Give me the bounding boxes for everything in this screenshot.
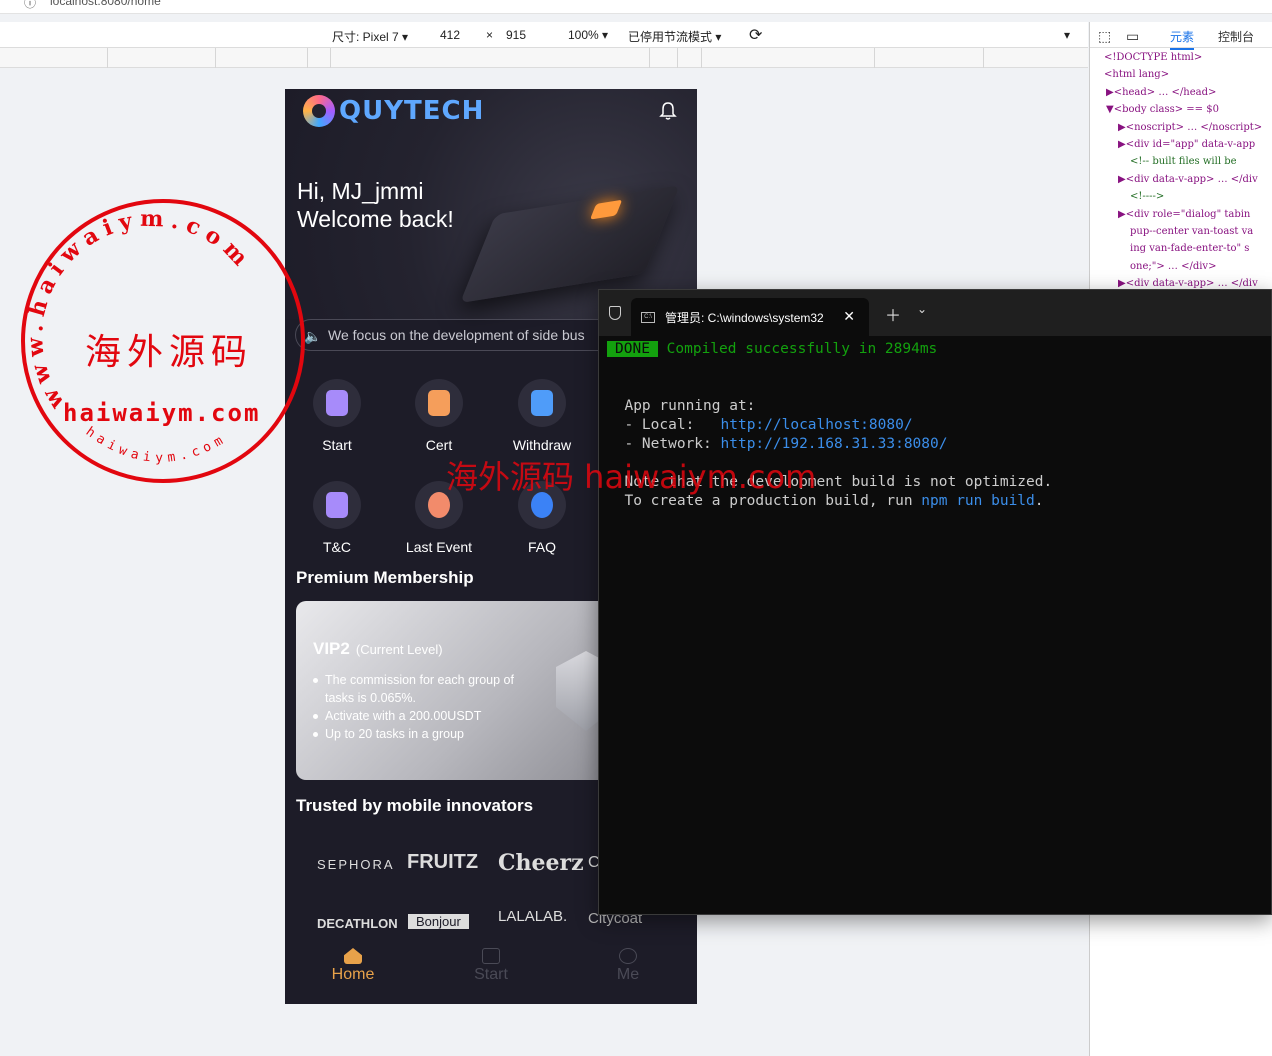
premium-membership-title: Premium Membership [296,568,474,587]
device-width-input[interactable]: 412 [440,28,460,42]
dom-line[interactable]: ing van-fade-enter-to" s [1090,243,1272,260]
new-tab-icon[interactable]: ＋ [885,302,901,326]
brand-logo: Cheerz [498,850,584,876]
logo-icon [303,95,335,127]
terminal-tab[interactable]: C:\ 管理员: C:\windows\system32 ✕ [631,298,869,336]
dom-line[interactable]: ▶<div data-v-app> … </div [1090,174,1272,191]
app-running-line: App running at: [624,398,756,414]
close-tab-icon[interactable]: ✕ [843,308,855,325]
brand-logo: Bonjour [408,914,469,929]
app-header: QUYTECH Hi, MJ_jmmi Welcome back! [285,89,697,319]
user-icon [619,948,637,964]
site-info-icon[interactable]: ⓘ [24,0,36,11]
vip-benefit: Up to 20 tasks in a group [313,725,533,743]
vip-benefits: The commission for each group of tasks i… [313,671,533,743]
terminal-tab-title: 管理员: C:\windows\system32 [665,310,824,325]
bell-icon[interactable] [659,101,677,121]
menu-item-withdraw[interactable]: Withdraw [500,379,584,453]
tab-me[interactable]: Me [578,948,678,984]
brand-logo: SEPHORA [317,857,395,872]
greeting: Hi, MJ_jmmi Welcome back! [297,177,454,233]
brand-logo: DECATHLON [317,916,398,931]
dom-line[interactable]: ▶<noscript> … </noscript> [1090,122,1272,139]
chevron-down-icon[interactable]: ⌄ [917,302,927,316]
svg-text:haiwaiym.com: haiwaiym.com [83,424,230,466]
tab-elements[interactable]: 元素 [1170,28,1195,50]
dom-line[interactable]: ▶<div role="dialog" tabin [1090,209,1272,226]
clipboard-icon [482,948,500,964]
url-text[interactable]: localhost:8080/home [50,0,161,8]
dom-line[interactable]: ▶<head> … </head> [1090,87,1272,104]
shield-icon [609,306,621,320]
local-url[interactable]: http://localhost:8080/ [721,417,913,433]
dom-tree[interactable]: <!DOCTYPE html> <html lang> ▶<head> … </… [1090,48,1272,295]
dom-line[interactable]: <!----> [1090,191,1272,208]
start-icon [326,390,348,416]
done-badge: DONE [607,341,658,357]
tab-start[interactable]: Start [441,948,541,984]
app-logo: QUYTECH [303,95,484,127]
dom-line[interactable]: <!-- built files will be [1090,156,1272,173]
stamp-bottom-text: haiwaiym.com [83,424,230,466]
trusted-title: Trusted by mobile innovators [296,796,534,815]
menu-item-start[interactable]: Start [295,379,379,453]
menu-item-terms[interactable]: T&C [295,481,379,555]
device-toolbar: 尺寸: Pixel 7 ▾ 412 × 915 100% ▾ 已停用节流模式 ▾… [0,22,1088,48]
hero-device-illustration [459,184,681,304]
cmd-icon: C:\ [641,311,655,323]
compiled-message: Compiled successfully in 2894ms [666,341,938,357]
device-size-select[interactable]: 尺寸: Pixel 7 ▾ [332,28,408,45]
browser-url-bar[interactable]: ⓘ localhost:8080/home [0,0,1272,14]
cert-icon [428,390,450,416]
terminal-window[interactable]: C:\ 管理员: C:\windows\system32 ✕ ＋ ⌄ DONE … [598,289,1272,915]
home-icon [344,948,362,964]
withdraw-icon [531,390,553,416]
inspect-element-icon[interactable]: ⬚ [1098,28,1111,45]
menu-item-cert[interactable]: Cert [397,379,481,453]
dom-line[interactable]: one;"> … </div> [1090,261,1272,278]
dom-line[interactable]: ▼<body class> == $0 [1090,104,1272,121]
notice-text: We focus on the development of side bus [328,327,585,343]
greeting-welcome: Welcome back! [297,206,454,232]
vip-current-label: (Current Level) [355,642,443,657]
vip-level: VIP2 (Current Level) [313,639,443,658]
throttle-select[interactable]: 已停用节流模式 ▾ [628,28,721,45]
speaker-icon: 🔈 [304,328,322,344]
terminal-titlebar: C:\ 管理员: C:\windows\system32 ✕ ＋ ⌄ [599,290,1271,336]
brand-logo: LALALAB. [498,908,568,925]
vip-card[interactable]: VIP2 (Current Level) The commission for e… [296,601,616,780]
device-toggle-icon[interactable]: ▭ [1126,28,1139,45]
brand-logo: FRUITZ [407,851,479,873]
vip-benefit: Activate with a 200.00USDT [313,707,533,725]
zoom-select[interactable]: 100% ▾ [568,28,608,42]
dimension-separator: × [486,28,494,42]
vip-benefit: The commission for each group of tasks i… [313,671,533,707]
rotate-icon[interactable]: ⟳ [749,25,762,45]
build-command: npm run build [921,493,1035,509]
device-height-input[interactable]: 915 [506,28,526,42]
dom-line[interactable]: ▶<div id="app" data-v-app [1090,139,1272,156]
dom-line[interactable]: <!DOCTYPE html> [1090,52,1272,69]
dom-line[interactable]: pup--center van-toast va [1090,226,1272,243]
tab-console[interactable]: 控制台 [1218,28,1254,45]
network-url[interactable]: http://192.168.31.33:8080/ [721,436,948,452]
bottom-tab-bar: Home Start Me [285,934,697,1004]
terms-icon [326,492,348,518]
watermark-overlay: 海外源码 haiwaiym.com [446,458,817,496]
more-options-icon[interactable]: ▾ [1064,28,1070,42]
media-query-ruler [0,48,1088,68]
tab-home[interactable]: Home [303,948,403,984]
greeting-name: Hi, MJ_jmmi [297,178,424,204]
dom-line[interactable]: <html lang> [1090,69,1272,86]
watermark-stamp: www.haiwaiym.com 海外源码 haiwaiym.com haiwa… [21,199,305,483]
